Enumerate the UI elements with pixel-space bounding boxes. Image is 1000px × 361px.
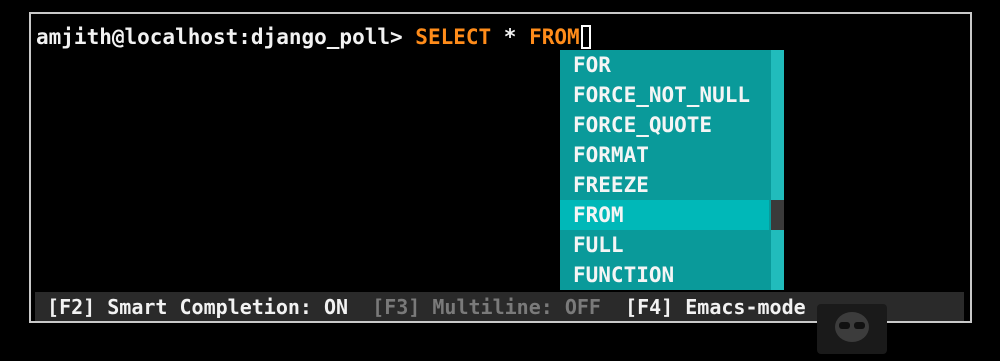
completion-scrollbar[interactable] [771, 50, 784, 290]
completion-item-for[interactable]: FOR [560, 50, 769, 80]
multiline-toggle[interactable]: [F3] Multiline: OFF [372, 292, 601, 321]
completion-item-format[interactable]: FORMAT [560, 140, 769, 170]
completion-item-from[interactable]: FROM [560, 200, 769, 230]
completion-item-force-not-null[interactable]: FORCE_NOT_NULL [560, 80, 769, 110]
watermark-logo [817, 304, 887, 354]
star-token: * [491, 25, 530, 49]
terminal-pane[interactable]: amjith@localhost:django_poll> SELECT * F… [29, 12, 972, 323]
smart-completion-toggle[interactable]: [F2] Smart Completion: ON [47, 292, 348, 321]
text-cursor [580, 25, 591, 49]
completion-item-function[interactable]: FUNCTION [560, 260, 769, 290]
sunglasses-face-icon [835, 312, 869, 342]
keyword-select: SELECT [415, 25, 492, 49]
completion-menu[interactable]: FOR FORCE_NOT_NULL FORCE_QUOTE FORMAT FR… [560, 50, 784, 290]
completion-scroll-thumb[interactable] [771, 200, 784, 230]
keyword-from: FROM [529, 25, 580, 49]
prompt-text: amjith@localhost:django_poll> [36, 25, 416, 49]
command-line[interactable]: amjith@localhost:django_poll> SELECT * F… [36, 22, 591, 52]
edit-mode-toggle[interactable]: [F4] Emacs-mode [625, 292, 806, 321]
completion-item-full[interactable]: FULL [560, 230, 769, 260]
completion-item-freeze[interactable]: FREEZE [560, 170, 769, 200]
completion-item-force-quote[interactable]: FORCE_QUOTE [560, 110, 769, 140]
terminal-window: amjith@localhost:django_poll> SELECT * F… [0, 0, 1000, 361]
